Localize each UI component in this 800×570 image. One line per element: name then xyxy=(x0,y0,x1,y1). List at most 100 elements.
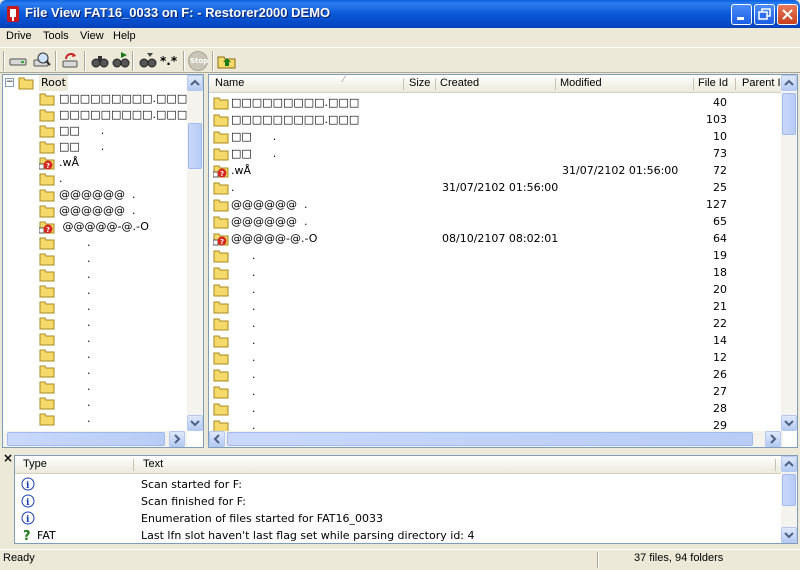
refresh-icon[interactable] xyxy=(61,51,81,71)
tree-item[interactable]: . xyxy=(3,251,187,267)
column-modified[interactable]: Modified xyxy=(556,75,602,93)
column-divider[interactable] xyxy=(133,459,134,471)
menu-drive[interactable]: Drive xyxy=(5,28,33,46)
column-created[interactable]: Created xyxy=(436,75,479,93)
column-parent-id[interactable]: Parent I xyxy=(738,75,781,93)
minimize-button[interactable] xyxy=(731,4,752,25)
close-button[interactable] xyxy=(777,4,798,25)
menu-view[interactable]: View xyxy=(79,28,105,46)
tree-item[interactable]: @@@@@@ . xyxy=(3,187,187,203)
tree-hscroll-thumb[interactable] xyxy=(7,432,165,446)
tree-item[interactable]: . xyxy=(3,283,187,299)
list-scroll-down-button[interactable] xyxy=(781,415,797,431)
list-row[interactable]: . 14 xyxy=(209,332,783,349)
tree-item[interactable]: . xyxy=(3,411,187,427)
tree-vertical-scrollbar[interactable] xyxy=(187,75,203,431)
log-row[interactable]: i Scan started for F: xyxy=(15,476,783,493)
tree-scroll-right-button[interactable] xyxy=(169,431,185,447)
list-row[interactable]: . 12 xyxy=(209,349,783,366)
log-row[interactable]: i Enumeration of files started for FAT16_… xyxy=(15,510,783,527)
restore-button[interactable] xyxy=(754,4,775,25)
column-divider[interactable] xyxy=(735,78,736,90)
list-scroll-up-button[interactable] xyxy=(781,75,797,91)
list-row[interactable]: □□□□□□□□□.□□□ 103 xyxy=(209,111,783,128)
tree-root[interactable]: − Root xyxy=(5,75,185,91)
tree-item[interactable]: . xyxy=(3,395,187,411)
log-row[interactable]: ? FAT Last lfn slot haven't last flag set … xyxy=(15,527,783,543)
tree-item[interactable]: . xyxy=(3,267,187,283)
list-row[interactable]: . 19 xyxy=(209,247,783,264)
tree-item[interactable]: . xyxy=(3,347,187,363)
tree-item[interactable]: . xyxy=(3,331,187,347)
list-row[interactable]: □□ . 10 xyxy=(209,128,783,145)
tree-item[interactable]: ? .wÅ xyxy=(3,155,187,171)
list-scroll-thumb[interactable] xyxy=(782,93,796,135)
log-scroll-up-button[interactable] xyxy=(781,456,797,472)
column-size[interactable]: Size xyxy=(405,75,430,93)
list-row[interactable]: @@@@@@ . 127 xyxy=(209,196,783,213)
list-vertical-scrollbar[interactable] xyxy=(781,75,797,431)
tree-item[interactable]: □□ . xyxy=(3,139,187,155)
folder-icon xyxy=(39,172,55,186)
column-divider[interactable] xyxy=(775,459,776,471)
list-row[interactable]: ? @@@@@-@.-O 08/10/2107 08:02:01 64 xyxy=(209,230,783,247)
list-scroll-left-button[interactable] xyxy=(209,431,225,447)
list-row[interactable]: . 20 xyxy=(209,281,783,298)
log-column-text[interactable]: Text xyxy=(139,456,163,474)
tree-horizontal-scrollbar[interactable] xyxy=(3,431,187,447)
stop-button[interactable]: Stop xyxy=(188,51,208,71)
tree-item[interactable]: □□ . xyxy=(3,123,187,139)
list-row[interactable]: . 31/07/2102 01:56:00 25 xyxy=(209,179,783,196)
tree-item[interactable]: . xyxy=(3,315,187,331)
tree-item[interactable]: @@@@@@ . xyxy=(3,203,187,219)
mask-icon[interactable]: *.* xyxy=(160,54,177,68)
list-row[interactable]: . 26 xyxy=(209,366,783,383)
tree-item[interactable]: □□□□□□□□□.□□□ xyxy=(3,107,187,123)
tree-item[interactable]: ? @@@@@-@.-O xyxy=(3,219,187,235)
scan-icon[interactable] xyxy=(32,51,52,71)
list-hscroll-thumb[interactable] xyxy=(227,432,753,446)
tree-item[interactable]: . xyxy=(3,299,187,315)
tree-item[interactable]: . xyxy=(3,171,187,187)
column-divider[interactable] xyxy=(403,78,404,90)
folder-tree[interactable]: − Root □□□□□□□□□.□□□ □□□□□□□□□.□□□ □□ . □□ .?… xyxy=(2,74,204,448)
tree-scroll-thumb[interactable] xyxy=(188,123,202,169)
file-list[interactable]: Name ⁄ Size Created Modified File Id Par… xyxy=(208,74,798,448)
log-vertical-scrollbar[interactable] xyxy=(781,456,797,543)
list-row[interactable]: @@@@@@ . 65 xyxy=(209,213,783,230)
list-row[interactable]: . 28 xyxy=(209,400,783,417)
tree-item[interactable]: □□□□□□□□□.□□□ xyxy=(3,91,187,107)
tree-scroll-up-button[interactable] xyxy=(187,75,203,91)
drive-icon[interactable] xyxy=(8,51,28,71)
list-horizontal-scrollbar[interactable] xyxy=(209,431,783,447)
log-close-button[interactable]: × xyxy=(3,451,13,465)
tree-item[interactable]: . xyxy=(3,379,187,395)
tree-item[interactable]: . xyxy=(3,363,187,379)
filter-icon[interactable] xyxy=(138,51,158,71)
list-row[interactable]: . 27 xyxy=(209,383,783,400)
list-row[interactable]: □□□□□□□□□.□□□ 40 xyxy=(209,94,783,111)
list-row[interactable]: ? .wÅ 31/07/2102 01:56:00 72 xyxy=(209,162,783,179)
log-scroll-down-button[interactable] xyxy=(781,527,797,543)
list-row[interactable]: . 22 xyxy=(209,315,783,332)
list-row[interactable]: . 21 xyxy=(209,298,783,315)
log-column-type[interactable]: Type xyxy=(19,456,47,474)
collapse-icon[interactable]: − xyxy=(5,78,14,87)
title-bar[interactable]: File View FAT16_0033 on F: - Restorer200… xyxy=(0,0,800,28)
find-icon[interactable] xyxy=(90,51,110,71)
list-row[interactable]: □□ . 73 xyxy=(209,145,783,162)
log-panel[interactable]: Type Text i Scan started for F: i Scan fini… xyxy=(14,455,798,544)
tree-item-label: . xyxy=(59,268,91,281)
list-row[interactable]: . 18 xyxy=(209,264,783,281)
column-name[interactable]: Name xyxy=(211,75,244,93)
find-next-icon[interactable] xyxy=(111,51,131,71)
log-row[interactable]: i Scan finished for F: xyxy=(15,493,783,510)
tree-scroll-down-button[interactable] xyxy=(187,415,203,431)
tree-item[interactable]: . xyxy=(3,235,187,251)
list-scroll-right-button[interactable] xyxy=(765,431,781,447)
menu-tools[interactable]: Tools xyxy=(42,28,70,46)
menu-help[interactable]: Help xyxy=(112,28,137,46)
up-folder-icon[interactable] xyxy=(217,51,237,71)
log-scroll-thumb[interactable] xyxy=(782,474,796,506)
column-file-id[interactable]: File Id xyxy=(694,75,728,93)
